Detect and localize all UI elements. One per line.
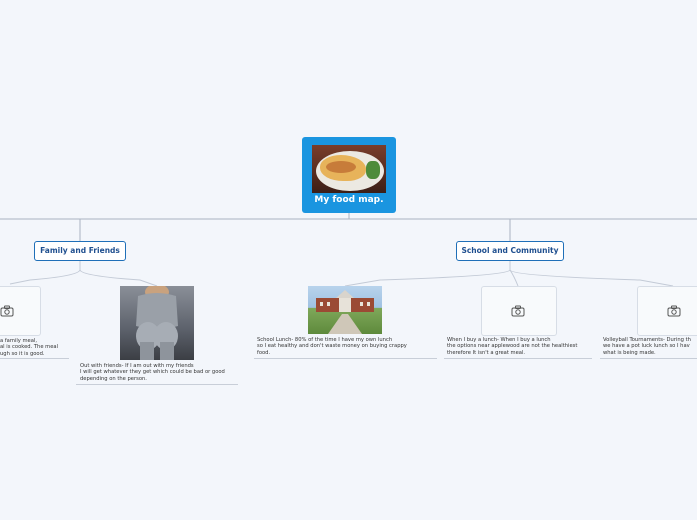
- leaf-text-out-with-friends: Out with friends- If I am out with my fr…: [80, 363, 225, 382]
- leaf-text-school-lunch: School Lunch- 80% of the time I have my …: [257, 337, 407, 356]
- leaf-text-family-meal: a family meal, al is cooked. The meal ug…: [0, 338, 59, 357]
- leaf-text-volleyball: Volleyball Tournaments- During th we hav…: [603, 337, 691, 356]
- leaf-photo-friends: [120, 286, 194, 360]
- root-node[interactable]: My food map.: [302, 137, 396, 213]
- camera-icon: [0, 305, 14, 317]
- branch-school-and-community[interactable]: School and Community: [456, 241, 564, 261]
- leaf-underline: [254, 358, 437, 359]
- leaf-underline: [76, 384, 238, 385]
- leaf-photo-school: [308, 286, 382, 334]
- root-food-image: [312, 145, 386, 193]
- leaf-image-placeholder[interactable]: [637, 286, 697, 336]
- leaf-image-placeholder[interactable]: [481, 286, 557, 336]
- branch-family-and-friends[interactable]: Family and Friends: [34, 241, 126, 261]
- root-label: My food map.: [314, 195, 384, 205]
- camera-icon: [511, 305, 525, 317]
- leaf-underline: [600, 358, 697, 359]
- camera-icon: [667, 305, 681, 317]
- leaf-underline: [444, 358, 592, 359]
- leaf-image-placeholder[interactable]: [0, 286, 41, 336]
- leaf-text-buy-lunch: When I buy a lunch- When I buy a lunch t…: [447, 337, 578, 356]
- leaf-underline: [0, 358, 69, 359]
